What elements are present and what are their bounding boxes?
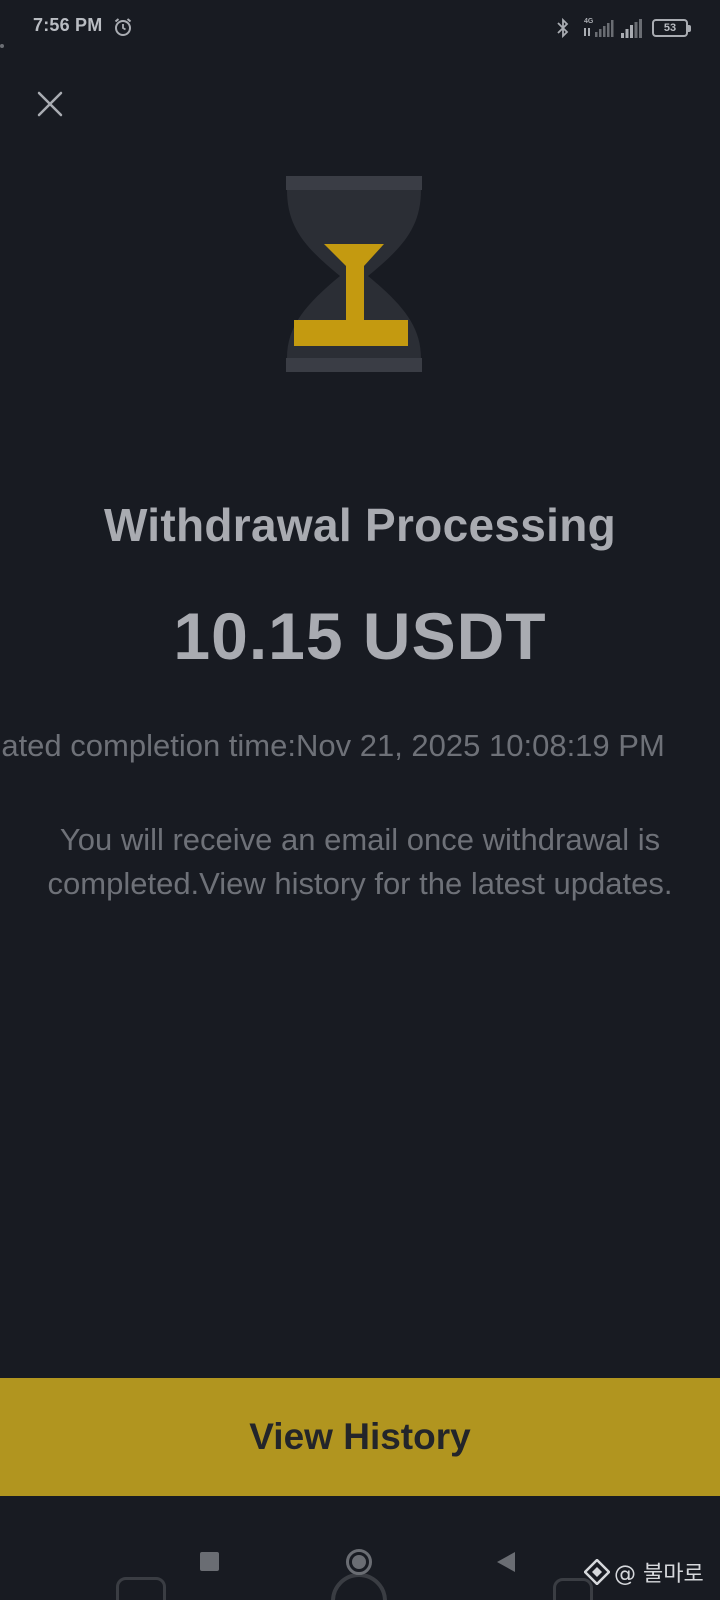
signal-icon: 4G [584,18,614,37]
estimated-completion-time: timated completion time:Nov 21, 2025 10:… [0,728,665,763]
status-dot [0,44,4,48]
close-button[interactable] [30,84,70,124]
bluetooth-icon [557,17,569,39]
view-history-label: View History [249,1416,471,1457]
withdrawal-processing-screen: 7:56 PM 4G 53 Withdrawal Processing 10.1… [0,0,720,1600]
network-label: 4G [584,18,594,25]
home-icon[interactable] [346,1549,372,1575]
view-history-button[interactable]: View History [0,1378,720,1496]
back-icon[interactable] [497,1552,515,1572]
recents-icon[interactable] [200,1552,219,1571]
status-bar: 7:56 PM 4G 53 [0,0,720,56]
partial-profile-icon [331,1573,387,1600]
close-icon [37,91,63,117]
partial-nav-icon [116,1577,166,1600]
hourglass-icon [286,176,422,372]
page-title: Withdrawal Processing [103,499,616,551]
withdrawal-amount: 10.15 USDT [173,599,547,673]
alarm-icon [114,18,132,36]
signal-icon [621,19,642,38]
watermark: @ 불마로 [584,1555,704,1589]
info-note: You will receive an email once withdrawa… [47,822,673,901]
diamond-logo-icon [584,1559,610,1585]
battery-icon: 53 [652,19,691,37]
battery-level: 53 [663,22,677,34]
status-time: 7:56 PM [33,15,103,35]
watermark-text: @ 불마로 [614,1562,704,1587]
